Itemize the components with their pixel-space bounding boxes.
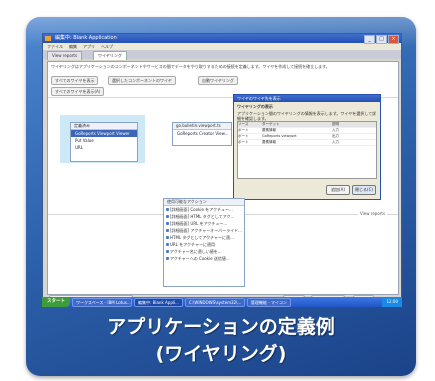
dialog-heading: ワイヤリングの表示 [237,104,273,109]
wiring-dialog: ワイヤのワイヤ先を表示 ワイヤリングの表示 アプリケーション間のワイヤリングの情… [233,94,381,200]
node-left-item[interactable]: GoReports Viewport Viewer [71,130,137,137]
table-cell: 要素情報 [262,140,276,144]
menu-help[interactable]: ヘルプ [101,43,113,50]
palette-item[interactable]: [詳細画面] Cookie をアクチュー... [164,206,244,213]
column-header: ターゲット [262,122,280,126]
menu-file[interactable]: ファイル [47,43,63,50]
window-controls: _ □ × [364,35,399,44]
tab-wiring[interactable]: ワイヤリング [93,51,127,60]
app-icon [45,36,51,41]
app-window-screenshot: 編集中: Blank Application _ □ × ファイル 編集 アプリ… [42,33,402,307]
taskbar-item[interactable]: 編集中: Blank Appli... [134,297,183,307]
windows-taskbar: スタート ワークスペース - IBM Lotus... 編集中: Blank A… [42,297,402,307]
palette-title: 使用可能なアクション [164,199,244,206]
column-header: ソース [238,122,249,126]
palette-item[interactable]: [詳細画面] HTML タグとしてアク... [164,213,244,220]
tab-row: View reports ワイヤリング [43,50,401,60]
window-title: 編集中: Blank Application [55,35,117,41]
node-left-header: 定義済み [71,123,137,130]
table-cell: 要素情報 [262,128,276,132]
show-all-wires-toolbar-button[interactable]: すべてのワイヤを表示 [51,76,99,85]
palette-item[interactable]: アクチャー名に適しい値を... [164,248,244,255]
component-node-right[interactable]: go.bulletin.viewport.ts GoReports Creato… [172,122,232,146]
wire-table: ソース ターゲット 説明 ポート 要素情報 入力 ポート GoReports v… [237,121,377,179]
caption-subtitle: (ワイヤリング) [155,343,287,365]
start-button[interactable]: スタート [42,297,70,307]
table-cell: 入力 [332,128,339,132]
taskbar-item[interactable]: 管理機能 - マイコン [246,297,291,307]
wiring-description: ワイヤリングはアプリケーションのコンポーネントやサービスの間でデータをやり取りす… [51,64,330,69]
palette-item[interactable]: URL をアクチャーに適用 [164,241,244,248]
add-button[interactable]: 追加(A) [326,185,350,195]
view-reports-label: View reports [358,211,388,216]
close-button[interactable]: × [388,35,399,44]
menu-bar: ファイル 編集 アプリ ヘルプ [43,43,401,50]
node-left-item[interactable]: Put Value [71,137,137,144]
table-cell: ポート [238,140,249,144]
table-cell: ポート [238,134,249,138]
maximize-button[interactable]: □ [376,35,387,44]
close-dialog-button[interactable]: 閉じる(C) [352,185,376,195]
selected-component-wires-button[interactable]: 選択したコンポーネントのワイヤ [108,76,176,85]
component-node-left[interactable]: 定義済み GoReports Viewport Viewer Put Value… [70,122,138,162]
window-titlebar: 編集中: Blank Application _ □ × [43,34,401,44]
table-cell: ポート [238,128,249,132]
column-header: 説明 [332,122,339,126]
show-all-wires-button[interactable]: すべてのワイヤを表示(A) [51,87,105,96]
dialog-title: ワイヤのワイヤ先を表示 [234,95,380,102]
slide-card: 編集中: Blank Application _ □ × ファイル 編集 アプリ… [26,17,416,376]
auto-wiring-button[interactable]: 自動ワイヤリング [198,76,238,85]
menu-edit[interactable]: 編集 [69,43,77,50]
palette-item[interactable]: [詳細画面] URL をアクチュー... [164,220,244,227]
taskbar-item[interactable]: C:\WINDOWS\system32\... [184,297,245,307]
table-cell: 出力 [332,134,339,138]
table-cell: GoReports viewport [262,134,297,138]
menu-app[interactable]: アプリ [83,43,95,50]
node-left-item[interactable]: URL [71,144,137,151]
taskbar-item[interactable]: ワークスペース - IBM Lotus... [72,297,132,307]
system-tray: 12:00 [382,297,402,307]
table-row[interactable]: ポート 要素情報 入力 [238,140,376,146]
palette-item[interactable]: [詳細画面] アクチャーオーバーライド... [164,227,244,234]
actions-palette: 使用可能なアクション [詳細画面] Cookie をアクチュー... [詳細画面… [163,198,245,287]
palette-item[interactable]: アクチャーへの Cookie 送信値... [164,255,244,262]
minimize-button[interactable]: _ [364,35,375,44]
caption-title: アプリケーションの定義例 [107,316,335,338]
node-right-item[interactable]: GoReports Creator View... [173,130,231,137]
tab-view-reports[interactable]: View reports [47,51,83,60]
table-cell: 入力 [332,140,339,144]
palette-item[interactable]: HTML タグとしてアクチャーに適... [164,234,244,241]
node-right-header: go.bulletin.viewport.ts [173,123,231,130]
